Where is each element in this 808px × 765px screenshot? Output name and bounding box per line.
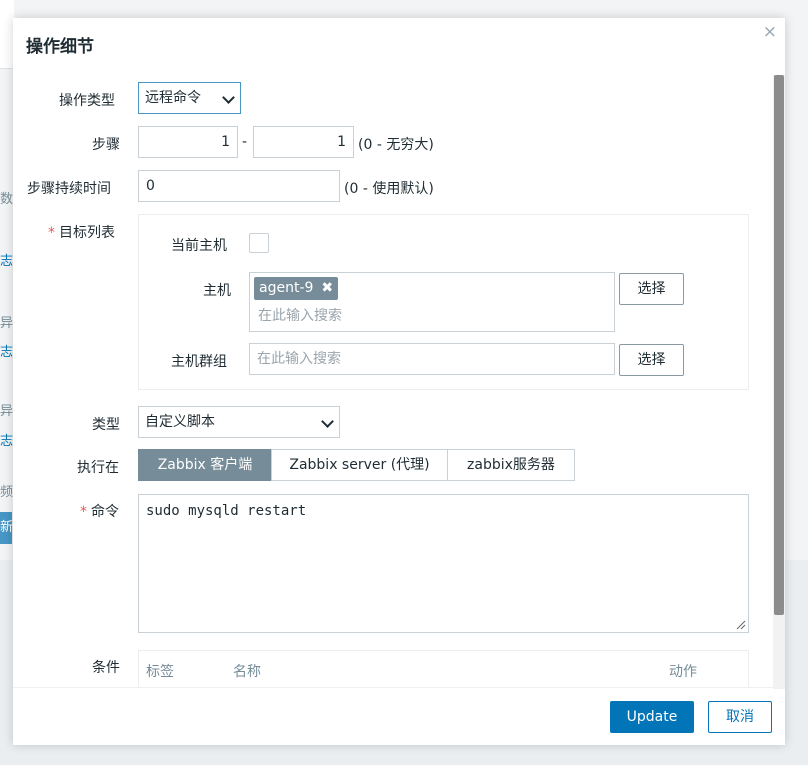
current-host-checkbox[interactable] <box>249 233 269 253</box>
target-list-text: 目标列表 <box>59 225 115 241</box>
hostgroup-search-input[interactable]: 在此输入搜索 <box>249 343 615 375</box>
background-link[interactable]: 志 <box>0 430 14 449</box>
operation-type-value: 远程命令 <box>145 90 201 106</box>
command-textarea[interactable]: sudo mysqld restart <box>138 494 749 633</box>
required-marker: * <box>48 225 55 241</box>
operation-details-dialog: 操作细节 × 操作类型 远程命令 步骤 1 - 1 (0 - 无穷大) 步骤持续… <box>13 18 785 745</box>
conditions-label: 条件 <box>92 660 120 676</box>
host-select-button[interactable]: 选择 <box>619 273 684 305</box>
background-text: 异 <box>0 404 14 419</box>
target-list-box: 当前主机 主机 agent-9 ✖ 在此输入搜索 选择 主机群组 在此输入搜索 选… <box>138 214 749 390</box>
background-text: 异 <box>0 316 14 331</box>
execute-on-server-option[interactable]: zabbix服务器 <box>447 449 575 481</box>
steps-from-input[interactable]: 1 <box>138 126 238 158</box>
conditions-column-action: 动作 <box>669 664 697 680</box>
current-host-label: 当前主机 <box>171 238 227 254</box>
dialog-scrollbar[interactable] <box>773 75 785 689</box>
hostgroup-label: 主机群组 <box>171 354 227 370</box>
remove-icon[interactable]: ✖ <box>321 280 333 296</box>
required-marker: * <box>80 504 87 520</box>
target-list-label: * 目标列表 <box>48 222 115 242</box>
execute-on-server-proxy-option[interactable]: Zabbix server (代理) <box>271 449 448 481</box>
command-value: sudo mysqld restart <box>146 503 307 519</box>
footer-divider <box>13 687 773 688</box>
step-duration-label: 步骤持续时间 <box>27 181 111 197</box>
scrollbar-thumb[interactable] <box>774 75 784 615</box>
command-label: * 命令 <box>80 501 119 521</box>
steps-to-input[interactable]: 1 <box>253 126 354 158</box>
host-label: 主机 <box>203 283 231 299</box>
steps-label: 步骤 <box>92 137 120 153</box>
steps-separator: - <box>242 134 248 150</box>
step-duration-hint: (0 - 使用默认) <box>344 181 434 197</box>
operation-type-label: 操作类型 <box>59 93 115 109</box>
type-select[interactable]: 自定义脚本 <box>138 406 340 438</box>
background-button[interactable]: 新 <box>0 512 12 544</box>
steps-hint: (0 - 无穷大) <box>358 137 434 153</box>
execute-on-label: 执行在 <box>77 460 119 476</box>
chevron-down-icon <box>321 415 334 428</box>
host-tag-label: agent-9 <box>259 280 314 296</box>
hostgroup-search-placeholder: 在此输入搜索 <box>257 351 341 367</box>
hostgroup-select-button[interactable]: 选择 <box>619 344 684 376</box>
background-link[interactable]: 志 <box>0 250 14 269</box>
cancel-button[interactable]: 取消 <box>708 701 772 733</box>
conditions-table <box>138 650 749 688</box>
background-text: 频率 <box>0 485 14 500</box>
dialog-title: 操作细节 <box>26 37 94 57</box>
execute-on-agent-option[interactable]: Zabbix 客户端 <box>138 449 272 481</box>
command-label-text: 命令 <box>91 504 119 520</box>
conditions-column-label: 标签 <box>146 664 174 680</box>
background-header <box>0 0 14 69</box>
type-value: 自定义脚本 <box>145 414 215 430</box>
chevron-down-icon <box>222 91 235 104</box>
conditions-column-name: 名称 <box>233 664 261 680</box>
host-search-placeholder[interactable]: 在此输入搜索 <box>258 301 342 331</box>
resize-handle-icon[interactable] <box>736 620 746 630</box>
update-button[interactable]: Update <box>610 701 694 733</box>
close-icon[interactable]: × <box>763 22 777 42</box>
background-link[interactable]: 志 <box>0 341 14 360</box>
host-tag: agent-9 ✖ <box>254 277 339 300</box>
operation-type-select[interactable]: 远程命令 <box>138 82 241 114</box>
step-duration-input[interactable]: 0 <box>138 170 340 202</box>
host-multiselect[interactable]: agent-9 ✖ 在此输入搜索 <box>249 272 615 332</box>
background-text: 数 <box>0 192 14 207</box>
type-label: 类型 <box>92 417 120 433</box>
